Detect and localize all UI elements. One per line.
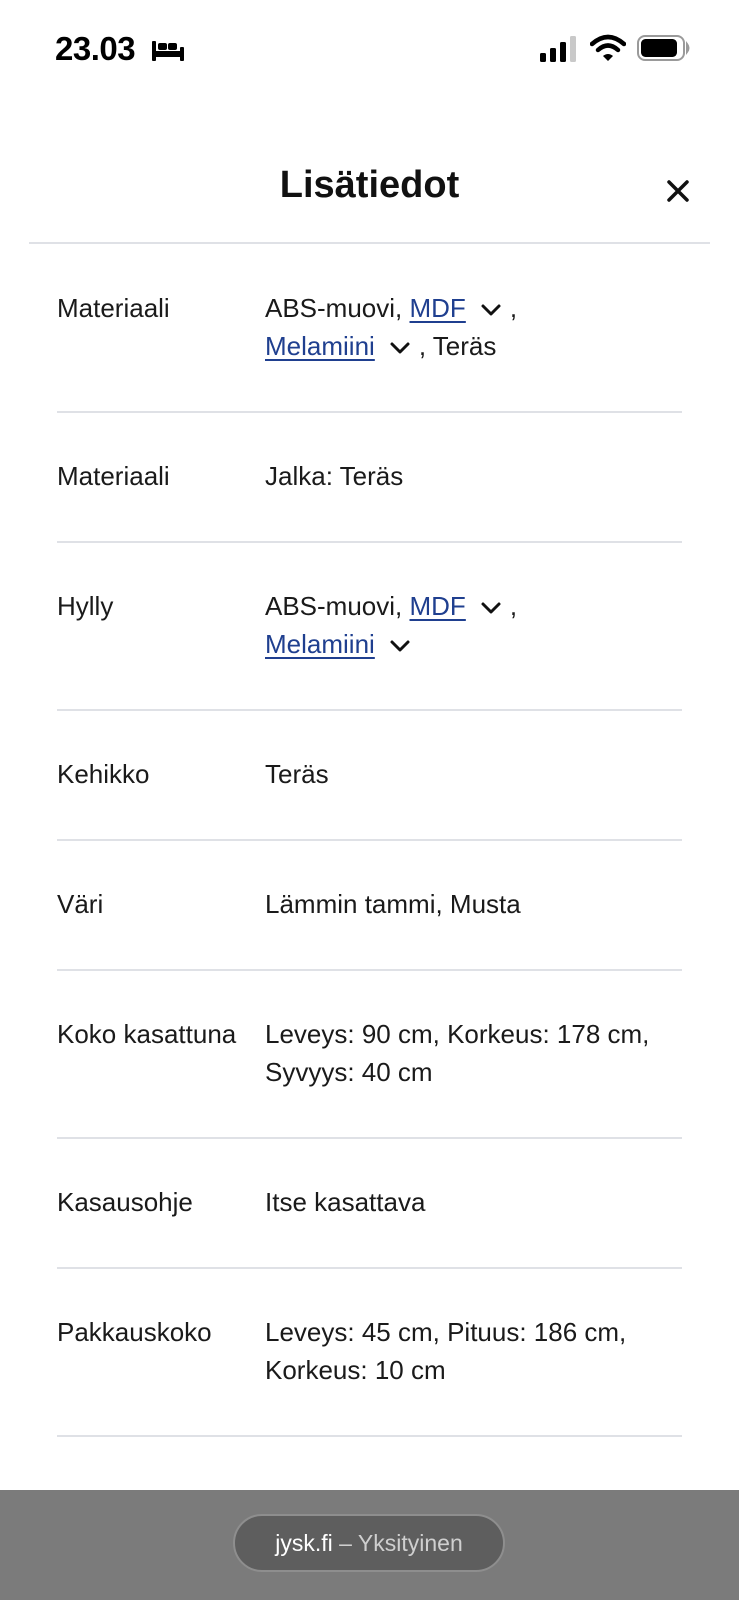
spec-label: Koko kasattuna xyxy=(57,1019,237,1049)
private-mode-label: Yksityinen xyxy=(357,1530,463,1556)
spec-label: Kasausohje xyxy=(57,1187,193,1217)
spec-row-vari: Väri Lämmin tammi, Musta xyxy=(57,841,682,971)
material-link-mdf[interactable]: MDF xyxy=(410,591,466,621)
browser-bottom-bar: jysk.fi – Yksityinen xyxy=(0,1490,739,1600)
spec-label: Kehikko xyxy=(57,759,150,789)
spec-label: Väri xyxy=(57,889,104,919)
spec-value: Leveys: 90 cm, Korkeus: 178 cm, Syvyys: … xyxy=(265,1019,650,1087)
spec-label: Materiaali xyxy=(57,461,170,491)
spec-value-text: ABS-muovi, xyxy=(265,591,410,621)
url-separator: – xyxy=(332,1530,358,1556)
spec-row-kehikko: Kehikko Teräs xyxy=(57,711,682,841)
material-link-melamiini[interactable]: Melamiini xyxy=(265,331,375,361)
spec-value-text: ABS-muovi, xyxy=(265,293,410,323)
spec-value-separator: , xyxy=(509,293,518,323)
spec-value: Itse kasattava xyxy=(265,1187,426,1217)
spec-label: Pakkauskoko xyxy=(57,1317,212,1347)
spec-value: Lämmin tammi, Musta xyxy=(265,889,521,919)
spec-value: Leveys: 45 cm, Pituus: 186 cm, Korkeus: … xyxy=(265,1317,627,1385)
spec-row-materiaali: Materiaali ABS-muovi, MDF, Melamiini , Ter… xyxy=(57,245,682,413)
modal-header: Lisätiedot xyxy=(29,150,710,244)
spec-row-hylly: Hylly ABS-muovi, MDF, Melamiini xyxy=(57,543,682,711)
material-link-melamiini[interactable]: Melamiini xyxy=(265,629,375,659)
spec-row-materiaali-jalka: Materiaali Jalka: Teräs xyxy=(57,413,682,543)
material-link-mdf[interactable]: MDF xyxy=(410,293,466,323)
chevron-down-icon[interactable] xyxy=(480,303,502,317)
chevron-down-icon[interactable] xyxy=(389,341,411,355)
chevron-down-icon[interactable] xyxy=(480,601,502,615)
status-bar: 23.03 xyxy=(0,0,739,100)
spec-value: ABS-muovi, MDF, Melamiini , Teräs xyxy=(265,289,682,365)
spec-row-koko-kasattuna: Koko kasattuna Leveys: 90 cm, Korkeus: 1… xyxy=(57,971,682,1139)
spec-value: Jalka: Teräs xyxy=(265,461,404,491)
status-time: 23.03 xyxy=(55,30,136,67)
spec-value-text: , Teräs xyxy=(418,331,497,361)
spec-value-separator: , xyxy=(509,591,518,621)
close-icon[interactable] xyxy=(663,176,693,206)
spec-label: Materiaali xyxy=(57,293,170,323)
spec-value: ABS-muovi, MDF, Melamiini xyxy=(265,587,682,663)
chevron-down-icon[interactable] xyxy=(389,639,411,653)
address-bar[interactable]: jysk.fi – Yksityinen xyxy=(233,1514,505,1572)
battery-icon xyxy=(637,35,690,61)
spec-label: Hylly xyxy=(57,591,114,621)
page-title: Lisätiedot xyxy=(279,164,460,206)
spec-row-kasausohje: Kasausohje Itse kasattava xyxy=(57,1139,682,1269)
wifi-icon xyxy=(590,34,626,61)
product-details-list: Materiaali ABS-muovi, MDF, Melamiini, Ter… xyxy=(57,245,682,1437)
bed-icon xyxy=(152,41,184,61)
cellular-signal-icon xyxy=(540,36,576,62)
spec-value: Teräs xyxy=(265,759,329,789)
spec-row-pakkauskoko: Pakkauskoko Leveys: 45 cm, Pituus: 186 c… xyxy=(57,1269,682,1437)
url-domain: jysk.fi xyxy=(275,1530,333,1556)
